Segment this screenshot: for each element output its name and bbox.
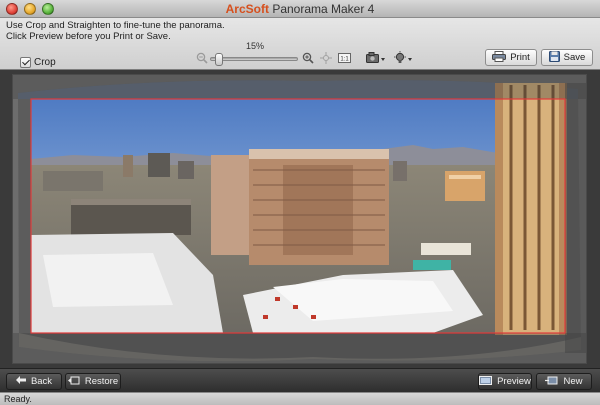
save-disk-icon: [548, 50, 560, 65]
zoom-percent: 15%: [246, 41, 265, 51]
bottom-bar: Back Restore Preview New: [0, 368, 600, 392]
preview-label: Preview: [497, 376, 531, 387]
status-bar: Ready.: [0, 392, 600, 405]
back-label: Back: [30, 376, 53, 387]
new-label: New: [563, 376, 583, 387]
actual-size-icon[interactable]: 1:1: [338, 52, 351, 67]
preview-icon: [479, 375, 493, 388]
print-label: Print: [510, 52, 530, 63]
restore-label: Restore: [84, 376, 119, 387]
panorama-canvas[interactable]: [12, 74, 587, 364]
new-icon: [545, 376, 558, 388]
arrow-left-icon: [15, 376, 26, 387]
toolbar: Use Crop and Straighten to fine-tune the…: [0, 18, 600, 70]
save-button[interactable]: Save: [541, 49, 593, 66]
panorama-image: [13, 75, 586, 363]
camera-icon[interactable]: [366, 52, 386, 67]
title-bar: ArcSoft Panorama Maker 4: [0, 0, 600, 18]
print-button[interactable]: Print: [485, 49, 537, 66]
back-button[interactable]: Back: [6, 373, 62, 390]
save-label: Save: [563, 52, 586, 63]
title-app-name: Panorama Maker 4: [272, 2, 375, 16]
instruction-line-1: Use Crop and Straighten to fine-tune the…: [6, 20, 225, 31]
instruction-line-2: Click Preview before you Print or Save.: [6, 31, 171, 42]
preview-button[interactable]: Preview: [478, 373, 532, 390]
zoom-slider-thumb[interactable]: [214, 53, 223, 66]
status-text: Ready.: [4, 394, 32, 404]
fit-icon[interactable]: [320, 52, 332, 67]
crop-toggle[interactable]: Crop: [20, 56, 56, 68]
new-button[interactable]: New: [536, 373, 592, 390]
restore-button[interactable]: Restore: [65, 373, 121, 390]
zoom-slider[interactable]: [210, 53, 298, 66]
printer-icon: [492, 50, 507, 65]
crop-label: Crop: [34, 56, 56, 68]
bulb-icon[interactable]: [394, 51, 414, 68]
title-brand: ArcSoft: [225, 2, 269, 16]
window-title: ArcSoft Panorama Maker 4: [0, 2, 600, 16]
restore-icon: [67, 376, 80, 388]
crop-checkbox[interactable]: [20, 56, 31, 68]
instruction-text: Use Crop and Straighten to fine-tune the…: [6, 20, 225, 42]
zoom-in-icon[interactable]: [302, 52, 314, 67]
zoom-out-icon[interactable]: [196, 52, 208, 67]
svg-text:1:1: 1:1: [340, 57, 349, 63]
